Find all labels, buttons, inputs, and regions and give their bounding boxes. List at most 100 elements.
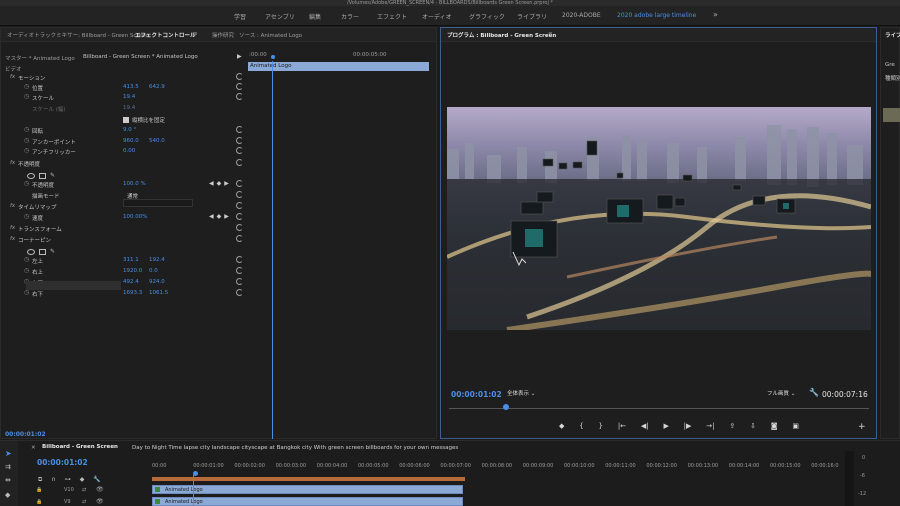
play-only-icon[interactable]: ▶ [237, 53, 242, 60]
selection-tool-icon[interactable]: ➤ [5, 449, 12, 458]
stopwatch-icon[interactable]: ◷ [24, 289, 29, 296]
stopwatch-icon[interactable]: ◷ [24, 147, 29, 154]
timeline-ruler[interactable]: 00:00 00:00:01:00 00:00:02:00 00:00:03:00 00… [152, 463, 839, 473]
workspace-edit[interactable]: 編集 [309, 12, 321, 21]
effect-value-1[interactable]: 100.0 % [123, 181, 146, 187]
reset-parameter-icon[interactable] [236, 83, 243, 90]
reset-parameter-icon[interactable] [236, 267, 243, 274]
blend-mode-dropdown[interactable] [123, 199, 193, 207]
snap-icon[interactable]: ∩ [51, 476, 55, 484]
ec-clip-bar[interactable]: Animated Logo [248, 62, 429, 71]
ellipse-mask-icon-2[interactable] [27, 249, 35, 255]
workspace-color[interactable]: カラー [341, 12, 359, 21]
reset-parameter-icon[interactable] [236, 73, 243, 80]
effect-value-1[interactable]: 1920.0 [123, 268, 142, 274]
effect-row-label[interactable]: コーナーピン [18, 236, 51, 244]
effect-value-1[interactable]: 19.4 [123, 94, 135, 100]
effect-value-1[interactable]: 960.0 [123, 138, 139, 144]
effect-value-2[interactable]: 1061.5 [149, 290, 168, 296]
effect-value-1[interactable]: 9.0 ° [123, 127, 136, 133]
keyframe-navigator-icon[interactable]: ◀◆▶ [209, 180, 232, 187]
eye-icon[interactable]: 👁 [96, 486, 104, 493]
keyframe-navigator-icon[interactable]: ◀◆▶ [209, 213, 232, 220]
sync-lock-icon-2[interactable]: ⇄ [82, 499, 86, 505]
effect-value-1[interactable]: 311.1 [123, 257, 139, 263]
workspace-libraries[interactable]: ライブラリ [517, 12, 547, 21]
tab-program[interactable]: プログラム : Billboard - Green Screen [447, 31, 556, 39]
ellipse-mask-icon[interactable] [27, 173, 35, 179]
eye-icon-2[interactable]: 👁 [96, 498, 104, 505]
workspace-effects[interactable]: エフェクト [377, 12, 407, 21]
reset-parameter-icon[interactable] [236, 256, 243, 263]
tab-libraries[interactable]: ライブ [885, 31, 900, 39]
effect-row-label[interactable]: 不透明度 [18, 160, 40, 168]
reset-parameter-icon[interactable] [236, 278, 243, 285]
reset-parameter-icon[interactable] [236, 235, 243, 242]
timeline-clip-v10[interactable]: Animated Logo [152, 485, 463, 494]
ec-playhead-handle[interactable] [271, 55, 275, 59]
timeline-settings-icon[interactable]: 🔧 [93, 476, 100, 484]
workspace-audio[interactable]: オーディオ [422, 12, 452, 21]
fx-toggle-icon[interactable]: fx [10, 160, 15, 166]
mark-out-icon[interactable]: } [599, 422, 603, 430]
timeline-clip-v9[interactable]: Animated Logo [152, 497, 463, 506]
wrench-icon[interactable]: 🔧 [809, 388, 819, 397]
extract-icon[interactable]: ⇩ [750, 422, 756, 430]
add-marker-icon[interactable]: ◆ [559, 422, 564, 430]
reset-parameter-icon[interactable] [236, 202, 243, 209]
workspace-learn[interactable]: 学習 [234, 12, 246, 21]
tab-metadata[interactable]: 操作研究 [212, 31, 234, 39]
stopwatch-icon[interactable]: ◷ [24, 180, 29, 187]
step-back-icon[interactable]: ◀| [641, 422, 649, 430]
reset-parameter-icon[interactable] [236, 126, 243, 133]
track-select-icon[interactable]: ⇉ [5, 463, 11, 471]
pen-mask-icon-2[interactable]: ✎ [50, 249, 57, 255]
quality-dropdown[interactable]: フル画質 ⌄ [767, 389, 795, 399]
effect-row-label[interactable]: タイムリマップ [18, 203, 56, 211]
ripple-edit-icon[interactable]: ⇹ [5, 476, 11, 484]
fx-toggle-icon[interactable]: fx [10, 225, 15, 231]
effect-value-1[interactable]: 413.5 [123, 84, 139, 90]
sequence-clip-label[interactable]: Billboard - Green Screen * Animated Logo [83, 54, 198, 60]
uniform-scale-checkbox[interactable] [123, 116, 129, 123]
export-frame-icon[interactable]: ◙ [771, 422, 778, 430]
reset-parameter-icon[interactable] [236, 191, 243, 198]
linked-selection-icon[interactable]: ⊶ [65, 476, 71, 484]
effect-value-2[interactable]: 924.0 [149, 279, 165, 285]
lift-icon[interactable]: ⇪ [729, 422, 735, 430]
effect-value-2[interactable]: 0.0 [149, 268, 158, 274]
master-clip-label[interactable]: マスター * Animated Logo [5, 54, 75, 62]
track-header-v9[interactable]: 🔒 V9 ⇄ 👁 [20, 497, 150, 506]
comparison-view-icon[interactable]: ▣ [792, 422, 799, 430]
stopwatch-icon[interactable]: ◷ [24, 256, 29, 263]
play-icon[interactable]: ▶ [663, 422, 668, 430]
timeline-menu-icon[interactable]: ≡ [112, 444, 117, 450]
razor-tool-icon[interactable]: ◆ [5, 491, 10, 499]
tab-sequence[interactable]: Billboard - Green Screen [42, 444, 118, 450]
mark-in-icon[interactable]: { [579, 422, 583, 430]
program-menu-icon[interactable]: ≡ [548, 31, 553, 37]
library-search[interactable]: Gre [885, 62, 895, 68]
stopwatch-icon[interactable]: ◷ [24, 93, 29, 100]
effect-value-1[interactable]: 19.4 [123, 105, 135, 111]
step-forward-icon[interactable]: |▶ [684, 422, 692, 430]
reset-parameter-icon[interactable] [236, 137, 243, 144]
ec-timecode[interactable]: 00:00:01:02 [5, 431, 46, 438]
tab-audio-track-mixer[interactable]: オーディオトラックミキサー: Billboard - Green Screen [7, 31, 149, 39]
go-to-out-icon[interactable]: →| [706, 422, 714, 430]
program-playhead[interactable] [503, 404, 509, 410]
fx-toggle-icon[interactable]: fx [10, 74, 15, 80]
library-thumbnail[interactable] [883, 108, 900, 122]
rectangle-mask-icon[interactable] [39, 173, 46, 179]
workspace-more-icon[interactable]: » [713, 10, 718, 19]
workspace-graphics[interactable]: グラフィック [469, 12, 505, 21]
add-button-icon[interactable]: + [858, 422, 866, 432]
tab-source[interactable]: ソース : Animated Logo [239, 31, 302, 39]
effect-value-2[interactable]: 540.0 [149, 138, 165, 144]
lock-icon[interactable]: 🔒 [36, 487, 42, 493]
fit-dropdown[interactable]: 全体表示 ⌄ [504, 389, 538, 399]
sync-lock-icon[interactable]: ⇄ [82, 487, 86, 493]
workspace-assembly[interactable]: アセンブリ [265, 12, 295, 21]
reset-parameter-icon[interactable] [236, 180, 243, 187]
effect-value-1[interactable]: 100.00% [123, 214, 147, 220]
